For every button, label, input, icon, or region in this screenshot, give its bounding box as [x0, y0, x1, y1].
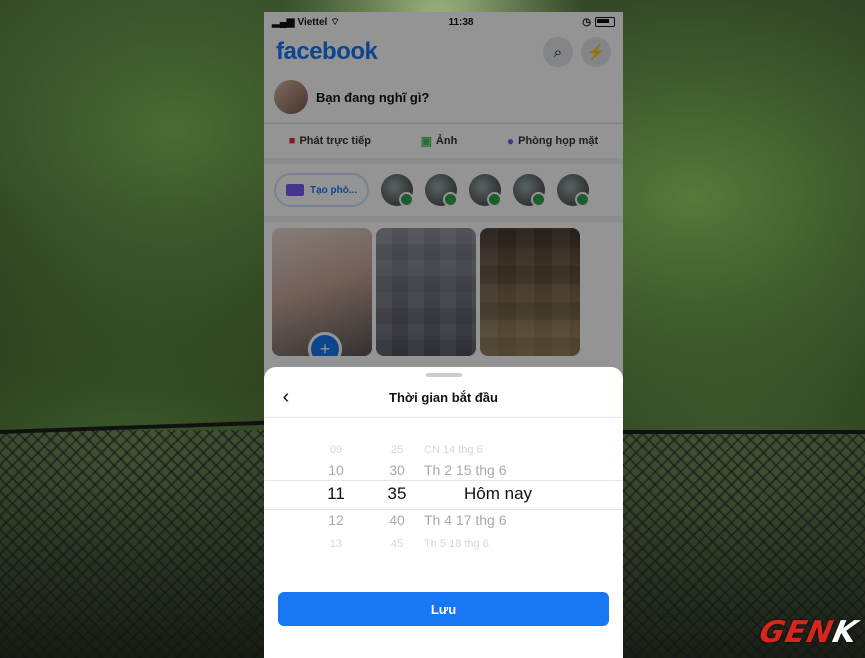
- phone-screen: ▂▄▆ Viettel ⌔ 11:38 ◷ facebook ⌕ ⚡ Bạn đ…: [264, 12, 623, 658]
- sheet-header: ‹ Thời gian bắt đầu: [264, 377, 623, 418]
- date-time-picker[interactable]: 09 25 CN 14 thg 6 10 30 Th 2 15 thg 6 11…: [264, 438, 623, 558]
- picker-date: CN 14 thg 6: [424, 444, 483, 456]
- picker-minute: 25: [390, 444, 404, 456]
- picker-hour: 09: [329, 444, 343, 456]
- picker-hour: 10: [328, 462, 344, 478]
- genk-watermark-logo: GENK: [755, 615, 861, 650]
- save-button[interactable]: Lưu: [278, 592, 609, 626]
- picker-row[interactable]: 10 30 Th 2 15 thg 6: [264, 458, 623, 482]
- picker-date: Th 4 17 thg 6: [424, 512, 507, 528]
- bridge-rail-right: [620, 430, 865, 434]
- start-time-sheet: ‹ Thời gian bắt đầu 09 25 CN 14 thg 6 10…: [264, 367, 623, 658]
- picker-minute: 40: [389, 512, 405, 528]
- picker-row[interactable]: 12 40 Th 4 17 thg 6: [264, 508, 623, 532]
- picker-date: Th 5 18 thg 6: [424, 538, 489, 550]
- picker-row-selected[interactable]: 11 35 Hôm nay: [264, 482, 623, 506]
- picker-hour: 11: [327, 484, 345, 503]
- sheet-title: Thời gian bắt đầu: [389, 389, 498, 405]
- picker-minute: 30: [389, 462, 405, 478]
- picker-date: Th 2 15 thg 6: [424, 462, 507, 478]
- picker-hour: 12: [328, 512, 344, 528]
- picker-minute: 35: [387, 484, 407, 503]
- chevron-left-icon[interactable]: ‹: [276, 385, 296, 409]
- picker-minute: 45: [390, 538, 404, 550]
- picker-date: Hôm nay: [464, 484, 533, 503]
- picker-hour: 13: [329, 538, 343, 550]
- picker-row[interactable]: 13 45 Th 5 18 thg 6: [264, 532, 623, 556]
